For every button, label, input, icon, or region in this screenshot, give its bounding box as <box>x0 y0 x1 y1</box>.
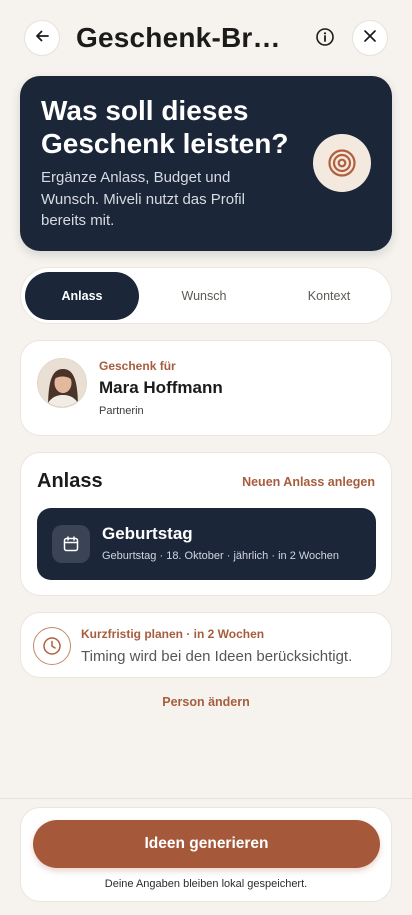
footer-panel: Ideen generieren Deine Angaben bleiben l… <box>20 807 392 902</box>
clock-icon <box>33 627 71 665</box>
back-button[interactable] <box>24 20 60 56</box>
occasion-card: Anlass Neuen Anlass anlegen Geburtstag G… <box>20 452 392 596</box>
arrow-left-icon <box>34 28 50 49</box>
segment-tabs: Anlass Wunsch Kontext <box>20 267 392 324</box>
hero-title: Was soll dieses Geschenk leisten? <box>41 95 289 159</box>
storage-note: Deine Angaben bleiben lokal gespeichert. <box>104 878 308 890</box>
calendar-icon <box>52 525 90 563</box>
hero-subtitle: Ergänze Anlass, Budget und Wunsch. Mivel… <box>41 169 245 229</box>
hero-banner: Was soll dieses Geschenk leisten? Ergänz… <box>20 76 392 251</box>
recipient-label: Geschenk für <box>99 359 176 373</box>
target-icon <box>313 134 371 192</box>
recipient-card[interactable]: Geschenk für Mara Hoffmann Partnerin <box>20 340 392 436</box>
page-title: Geschenk-Bri… <box>76 22 286 53</box>
occasion-title: Geburtstag <box>102 524 193 543</box>
timing-card: Kurzfristig planen · in 2 Wochen Timing … <box>20 612 392 678</box>
close-icon <box>363 29 377 48</box>
footer-divider <box>0 798 412 799</box>
occasion-heading: Anlass <box>37 470 103 492</box>
top-bar: Geschenk-Bri… <box>0 0 412 76</box>
recipient-name: Mara Hoffmann <box>99 378 223 397</box>
tab-kontext[interactable]: Kontext <box>272 272 386 320</box>
tab-anlass[interactable]: Anlass <box>25 272 139 320</box>
info-button[interactable] <box>307 21 343 57</box>
timing-label: Kurzfristig planen · in 2 Wochen <box>81 627 265 641</box>
occasion-item-selected[interactable]: Geburtstag Geburtstag · 18. Oktober · jä… <box>37 508 376 580</box>
close-button[interactable] <box>352 20 388 56</box>
tab-wunsch[interactable]: Wunsch <box>147 272 261 320</box>
avatar <box>37 358 87 408</box>
change-person-link[interactable]: Person ändern <box>0 695 412 709</box>
info-icon <box>315 27 335 52</box>
recipient-relation: Partnerin <box>99 405 144 417</box>
timing-text: Timing wird bei den Ideen berücksichtigt… <box>81 648 353 665</box>
new-occasion-link[interactable]: Neuen Anlass anlegen <box>242 475 375 489</box>
generate-ideas-button[interactable]: Ideen generieren <box>33 820 380 868</box>
occasion-meta: Geburtstag · 18. Oktober · jährlich · in… <box>102 550 340 562</box>
